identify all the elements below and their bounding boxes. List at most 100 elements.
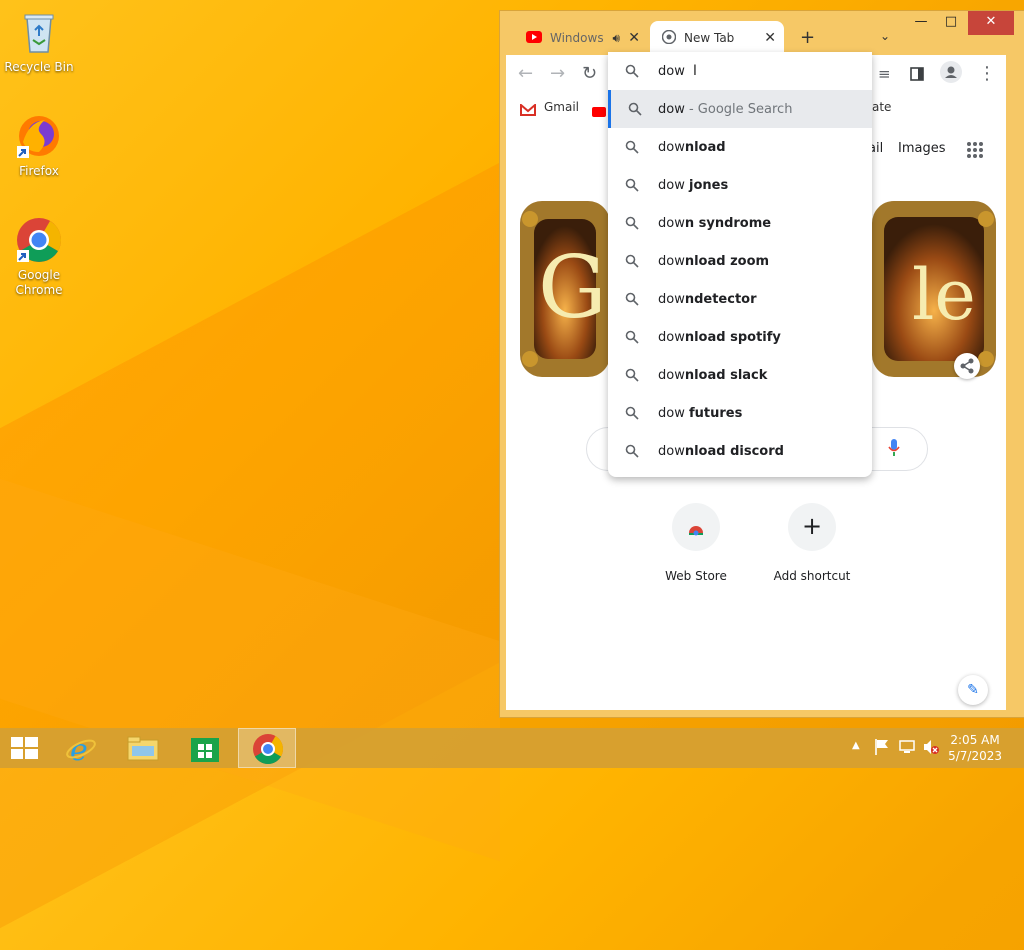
profile-avatar-icon[interactable] <box>940 61 962 88</box>
tab-strip: Windows 🔊︎ ✕ New Tab ✕ + ⌄ — □ ✕ <box>500 11 1024 55</box>
images-link[interactable]: Images <box>898 141 946 156</box>
taskbar-file-explorer[interactable] <box>114 728 172 768</box>
suggestion-text: download slack <box>658 368 767 383</box>
suggestion-completion: nload <box>684 139 726 155</box>
suggestion-row[interactable]: downdetector <box>608 280 872 318</box>
suggestion-row[interactable]: dow jones <box>608 166 872 204</box>
desktop-icon-chrome[interactable]: Google Chrome <box>0 216 78 298</box>
bookmark-partial[interactable]: ate <box>872 100 891 114</box>
share-icon[interactable] <box>954 353 980 379</box>
taskbar: e ▲ 2:05 AM 5/7/2023 <box>0 728 1024 768</box>
clock-date: 5/7/2023 <box>948 749 1002 763</box>
volume-muted-icon[interactable] <box>922 738 940 760</box>
suggestion-completion: n syndrome <box>684 215 772 231</box>
maximize-button[interactable]: □ <box>934 11 968 35</box>
suggestion-completion: nload discord <box>684 443 784 459</box>
suggestion-text: download <box>658 140 726 155</box>
suggestion-row[interactable]: dow futures <box>608 394 872 432</box>
suggestion-prefix: dow <box>658 291 685 307</box>
menu-kebab-icon[interactable]: ⋮ <box>978 63 996 84</box>
chrome-icon <box>253 734 283 765</box>
search-icon <box>625 216 639 230</box>
suggestion-row[interactable]: dow - Google Search <box>608 90 872 128</box>
tab-title: Windows <box>550 31 604 45</box>
suggestion-row[interactable]: download discord <box>608 432 872 470</box>
shortcut-add[interactable]: + Add shortcut <box>770 503 854 583</box>
close-tab-icon[interactable]: ✕ <box>628 30 640 46</box>
suggestion-prefix: dow <box>658 101 685 117</box>
search-icon <box>625 406 639 420</box>
suggestion-text: dow futures <box>658 406 742 421</box>
suggestion-text: down syndrome <box>658 216 771 231</box>
tab-youtube[interactable]: Windows 🔊︎ ✕ <box>518 21 648 55</box>
svg-text:le: le <box>912 254 976 336</box>
web-store-icon <box>672 503 720 551</box>
folder-icon <box>127 736 159 761</box>
suggestion-completion: jones <box>688 177 729 193</box>
reload-icon[interactable]: ↻ <box>582 63 597 84</box>
suggestion-prefix: dow <box>658 443 685 459</box>
taskbar-chrome[interactable] <box>238 728 296 768</box>
store-bag-icon <box>191 738 219 762</box>
desktop-icon-label: Recycle Bin <box>4 60 74 74</box>
suggestion-row[interactable]: down syndrome <box>608 204 872 242</box>
new-tab-plus-icon[interactable]: + <box>800 27 815 48</box>
search-icon <box>625 64 639 78</box>
close-window-button[interactable]: ✕ <box>968 11 1014 35</box>
windows-logo-icon <box>11 737 38 759</box>
suggestion-prefix: dow <box>658 367 685 383</box>
suggestion-completion: nload zoom <box>684 253 770 269</box>
show-hidden-icons-chevron-icon[interactable]: ▲ <box>852 740 860 751</box>
suggestion-text: dow jones <box>658 178 728 193</box>
suggestion-row[interactable]: download zoom <box>608 242 872 280</box>
search-icon <box>625 368 639 382</box>
media-control-icon[interactable]: ≡ <box>878 65 891 83</box>
apps-grid-icon[interactable] <box>966 141 984 163</box>
svg-text:G: G <box>538 238 607 338</box>
suggestion-prefix: dow <box>658 253 685 269</box>
speaker-icon[interactable]: 🔊︎ <box>612 31 620 46</box>
desktop-icon-firefox[interactable]: Firefox <box>0 112 78 179</box>
suggestion-text: download zoom <box>658 254 769 269</box>
youtube-icon <box>526 30 542 46</box>
search-icon <box>625 292 639 306</box>
search-icon <box>625 178 639 192</box>
suggestion-row[interactable]: download slack <box>608 356 872 394</box>
chrome-icon <box>661 29 677 47</box>
suggestion-row[interactable]: download <box>608 128 872 166</box>
omnibox-input[interactable]: dow I <box>608 52 872 90</box>
network-icon[interactable] <box>898 738 916 760</box>
taskbar-clock[interactable]: 2:05 AM 5/7/2023 <box>948 732 1002 764</box>
firefox-icon <box>15 112 63 160</box>
close-tab-icon[interactable]: ✕ <box>764 30 776 46</box>
customize-pencil-icon[interactable]: ✎ <box>958 675 988 705</box>
suggestion-row[interactable]: download spotify <box>608 318 872 356</box>
back-arrow-icon[interactable]: ← <box>518 63 533 84</box>
suggestion-prefix: dow <box>658 329 685 345</box>
tab-new-tab[interactable]: New Tab ✕ <box>650 21 784 55</box>
svg-text:e: e <box>70 733 88 768</box>
tab-search-chevron-icon[interactable]: ⌄ <box>880 29 890 43</box>
suggestion-completion: nload spotify <box>684 329 781 345</box>
suggestion-completion: ndetector <box>684 291 757 307</box>
action-center-flag-icon[interactable] <box>874 738 890 760</box>
start-button[interactable] <box>0 728 58 768</box>
taskbar-internet-explorer[interactable]: e <box>52 728 110 768</box>
suggestion-prefix: dow <box>658 139 685 155</box>
clock-time: 2:05 AM <box>950 733 1000 747</box>
taskbar-store[interactable] <box>176 728 234 768</box>
desktop-icon-recycle-bin[interactable]: Recycle Bin <box>0 8 78 75</box>
gmail-icon <box>520 101 536 120</box>
bookmark-gmail[interactable]: Gmail <box>544 100 579 114</box>
search-icon <box>625 140 639 154</box>
suggestion-text: downdetector <box>658 292 757 307</box>
microphone-icon[interactable] <box>888 439 900 461</box>
suggestion-prefix: dow <box>658 215 685 231</box>
minimize-button[interactable]: — <box>904 11 938 35</box>
side-panel-icon[interactable] <box>910 65 924 86</box>
plus-icon: + <box>788 503 836 551</box>
suggestion-completion: nload slack <box>684 367 768 383</box>
forward-arrow-icon[interactable]: → <box>550 63 565 84</box>
shortcut-web-store[interactable]: Web Store <box>654 503 738 583</box>
desktop-icon-label: Google Chrome <box>15 268 63 297</box>
